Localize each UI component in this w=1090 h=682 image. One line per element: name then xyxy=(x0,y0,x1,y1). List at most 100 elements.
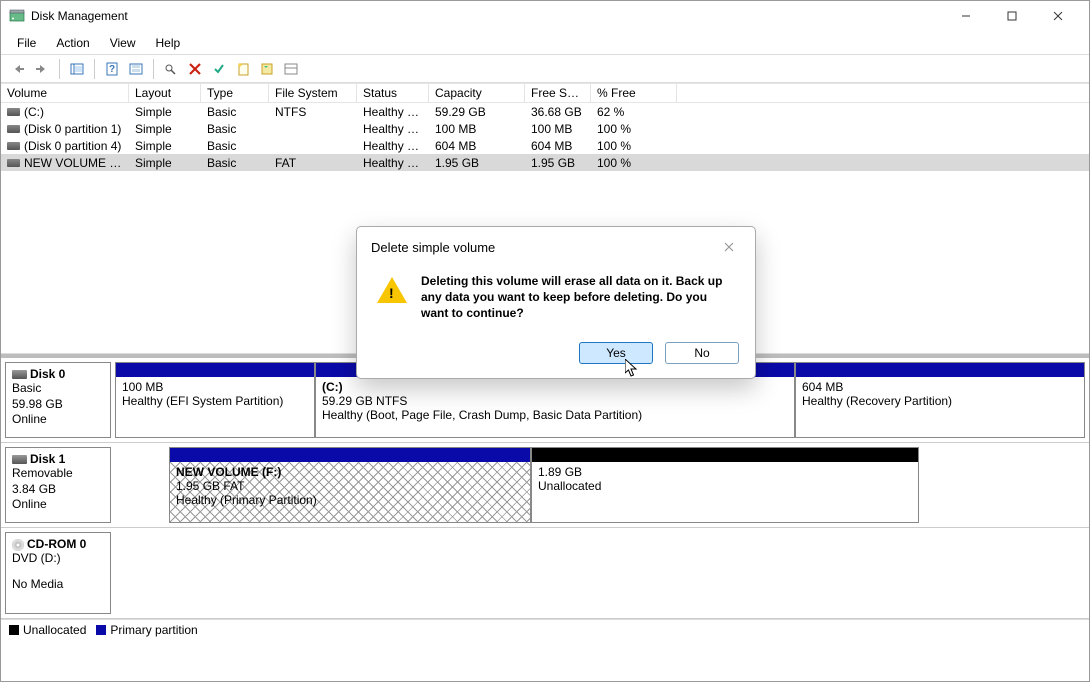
cell-status: Healthy (P... xyxy=(357,155,429,171)
partition-size: 100 MB xyxy=(122,380,308,394)
disk-state: No Media xyxy=(12,577,104,593)
partition-name: (C:) xyxy=(322,380,788,394)
partition-header xyxy=(796,363,1084,377)
table-row[interactable]: (Disk 0 partition 4) Simple Basic Health… xyxy=(1,137,1089,154)
cell-fs: NTFS xyxy=(269,104,357,120)
menu-action[interactable]: Action xyxy=(46,34,99,52)
disk-management-icon xyxy=(9,8,25,24)
cell-layout: Simple xyxy=(129,104,201,120)
cell-pct: 100 % xyxy=(591,155,677,171)
menu-help[interactable]: Help xyxy=(146,34,191,52)
view-mode-button[interactable] xyxy=(280,58,302,80)
partition-size: 1.89 GB xyxy=(538,465,912,479)
cell-layout: Simple xyxy=(129,138,201,154)
partition-header xyxy=(116,363,314,377)
new-button[interactable] xyxy=(232,58,254,80)
cell-fs xyxy=(269,145,357,147)
col-status[interactable]: Status xyxy=(357,84,429,102)
table-row[interactable]: NEW VOLUME (F:) Simple Basic FAT Healthy… xyxy=(1,154,1089,171)
table-row[interactable]: (C:) Simple Basic NTFS Healthy (B... 59.… xyxy=(1,103,1089,120)
close-button[interactable] xyxy=(1035,1,1081,31)
toolbar: ? xyxy=(1,55,1089,83)
back-button[interactable] xyxy=(7,58,29,80)
cell-fs xyxy=(269,128,357,130)
disk-label[interactable]: CD-ROM 0 DVD (D:) No Media xyxy=(5,532,111,614)
cell-type: Basic xyxy=(201,138,269,154)
menu-view[interactable]: View xyxy=(100,34,146,52)
cell-type: Basic xyxy=(201,155,269,171)
settings-button[interactable] xyxy=(125,58,147,80)
cell-free: 1.95 GB xyxy=(525,155,591,171)
cell-pct: 100 % xyxy=(591,138,677,154)
table-row[interactable]: (Disk 0 partition 1) Simple Basic Health… xyxy=(1,120,1089,137)
maximize-button[interactable] xyxy=(989,1,1035,31)
col-type[interactable]: Type xyxy=(201,84,269,102)
delete-button[interactable] xyxy=(184,58,206,80)
disk-size: 3.84 GB xyxy=(12,482,104,498)
partition-header xyxy=(170,448,530,462)
title-bar: Disk Management xyxy=(1,1,1089,31)
partition-new-volume-f[interactable]: NEW VOLUME (F:) 1.95 GB FAT Healthy (Pri… xyxy=(169,447,531,523)
legend-swatch-unallocated xyxy=(9,625,19,635)
disk-icon xyxy=(7,159,20,167)
svg-text:?: ? xyxy=(109,64,115,75)
cell-volume: (C:) xyxy=(24,105,44,119)
dialog-close-button[interactable] xyxy=(717,237,741,257)
show-hide-console-tree-button[interactable] xyxy=(66,58,88,80)
disk-row-cdrom: CD-ROM 0 DVD (D:) No Media xyxy=(1,528,1089,619)
col-filesystem[interactable]: File System xyxy=(269,84,357,102)
col-percent-free[interactable]: % Free xyxy=(591,84,677,102)
help-button[interactable]: ? xyxy=(101,58,123,80)
disk-type: DVD (D:) xyxy=(12,551,104,567)
volume-header-row: Volume Layout Type File System Status Ca… xyxy=(1,83,1089,103)
partition-efi[interactable]: 100 MB Healthy (EFI System Partition) xyxy=(115,362,315,438)
legend-swatch-primary xyxy=(96,625,106,635)
yes-button[interactable]: Yes xyxy=(579,342,653,364)
legend-bar: Unallocated Primary partition xyxy=(1,619,1089,639)
cell-capacity: 100 MB xyxy=(429,121,525,137)
disk-label[interactable]: Disk 1 Removable 3.84 GB Online xyxy=(5,447,111,523)
minimize-button[interactable] xyxy=(943,1,989,31)
dialog-title: Delete simple volume xyxy=(371,240,495,255)
cell-layout: Simple xyxy=(129,155,201,171)
disk-label[interactable]: Disk 0 Basic 59.98 GB Online xyxy=(5,362,111,438)
disk-name: Disk 1 xyxy=(30,452,65,466)
cell-status: Healthy (B... xyxy=(357,104,429,120)
partition-size: 1.95 GB FAT xyxy=(176,479,524,493)
partition-status: Healthy (Primary Partition) xyxy=(176,493,524,507)
col-capacity[interactable]: Capacity xyxy=(429,84,525,102)
window-title: Disk Management xyxy=(31,9,128,23)
properties-button[interactable] xyxy=(160,58,182,80)
disk-state: Online xyxy=(12,497,104,513)
cell-free: 604 MB xyxy=(525,138,591,154)
partition-name: NEW VOLUME (F:) xyxy=(176,465,524,479)
forward-button[interactable] xyxy=(31,58,53,80)
partition-status: Healthy (Recovery Partition) xyxy=(802,394,1078,408)
col-free-space[interactable]: Free Spa... xyxy=(525,84,591,102)
partition-recovery[interactable]: 604 MB Healthy (Recovery Partition) xyxy=(795,362,1085,438)
disk-icon xyxy=(7,125,20,133)
cell-volume: (Disk 0 partition 4) xyxy=(24,139,121,153)
disk-type: Basic xyxy=(12,381,104,397)
disk-size: 59.98 GB xyxy=(12,397,104,413)
no-button[interactable]: No xyxy=(665,342,739,364)
cell-fs: FAT xyxy=(269,155,357,171)
cell-status: Healthy (E... xyxy=(357,121,429,137)
check-button[interactable] xyxy=(208,58,230,80)
partition-size: 59.29 GB NTFS xyxy=(322,394,788,408)
partition-unallocated[interactable]: 1.89 GB Unallocated xyxy=(531,447,919,523)
legend-primary: Primary partition xyxy=(110,623,197,637)
disk-row-disk1: Disk 1 Removable 3.84 GB Online NEW VOLU… xyxy=(1,443,1089,528)
refresh-button[interactable] xyxy=(256,58,278,80)
col-layout[interactable]: Layout xyxy=(129,84,201,102)
cell-free: 100 MB xyxy=(525,121,591,137)
hdd-icon xyxy=(12,370,27,379)
hdd-icon xyxy=(12,455,27,464)
cell-layout: Simple xyxy=(129,121,201,137)
warning-icon xyxy=(377,277,407,303)
cell-capacity: 59.29 GB xyxy=(429,104,525,120)
menu-file[interactable]: File xyxy=(7,34,46,52)
col-volume[interactable]: Volume xyxy=(1,84,129,102)
disk-name: Disk 0 xyxy=(30,367,65,381)
dialog-message: Deleting this volume will erase all data… xyxy=(421,273,735,322)
